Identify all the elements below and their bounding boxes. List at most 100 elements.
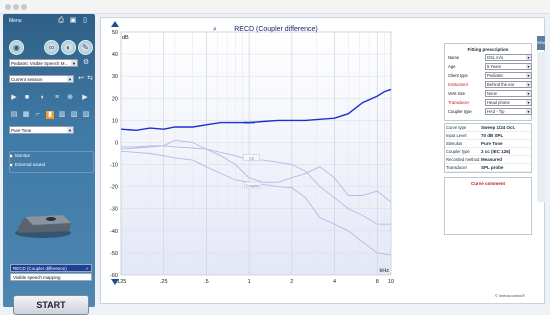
stimulus-select-value: Pure Tone: [11, 128, 32, 133]
close-dot[interactable]: [5, 4, 11, 10]
y-tick-label: -10: [110, 163, 118, 169]
y-tick-label: 10: [112, 118, 118, 124]
info-key: Transducer: [446, 165, 468, 170]
sound-icon[interactable]: ◉: [9, 40, 24, 55]
record-icon[interactable]: ■: [23, 94, 31, 102]
session-arrow-icon[interactable]: ↩: [77, 75, 85, 83]
curve-item-label: RECD (Coupler difference): [13, 266, 67, 271]
chevron-down-icon: ▼: [526, 73, 531, 78]
rem-tab[interactable]: REM: [537, 36, 545, 50]
monitor-label: Monitor: [15, 153, 31, 158]
levels-icon[interactable]: ▧: [70, 111, 78, 119]
check-icon: ✓: [85, 266, 89, 271]
info-key: Coupler type: [446, 149, 470, 154]
protocol-select[interactable]: Pediatric Visible Speech M... ▼: [9, 59, 78, 67]
session-select[interactable]: Current session ▼: [9, 75, 74, 83]
prescription-select[interactable]: 5 Years ▼: [485, 63, 532, 70]
prescription-select[interactable]: HA2 - Tip ▼: [485, 108, 532, 115]
y-tick-label: -20: [110, 185, 118, 191]
y-tick-label: -30: [110, 207, 118, 213]
prescription-select[interactable]: Behind the ear ▼: [485, 81, 532, 88]
x-tick-label: 10: [388, 279, 394, 285]
graph-icon[interactable]: ▤: [10, 111, 18, 119]
print-icon[interactable]: ⎙: [57, 17, 65, 25]
hearing-aid-icon[interactable]: ▯: [81, 17, 89, 25]
info-key: Stimulus: [446, 141, 463, 146]
chevron-down-icon: ▼: [526, 55, 531, 60]
x-tick-label: 1: [248, 279, 251, 285]
table-icon[interactable]: ▦: [22, 111, 30, 119]
chevron-down-icon: ▼: [67, 76, 73, 82]
chevron-down-icon: ▼: [526, 64, 531, 69]
chevron-down-icon: ▼: [526, 109, 531, 114]
menu-label[interactable]: Menu: [9, 18, 22, 24]
sidebar: Menu ⎙ ▣ ▯ ◉ ∞ ◐ ✎ Pediatric Visible Spe…: [3, 14, 95, 315]
main-panel: 50 40 30 20 10 0 -10 -20 -30 -40 -50 -60.125.25.5 1 2…: [100, 17, 545, 304]
y-tick-label: 50: [112, 30, 118, 36]
curve-comment-box[interactable]: Curve comment: [444, 177, 532, 235]
info-row: Stimulus Pure Tone: [445, 140, 531, 148]
highlight-icon[interactable]: ▮: [46, 111, 54, 119]
curve-label: Cp: [249, 155, 255, 160]
checkbox-icon: [9, 153, 13, 158]
zoom-dot[interactable]: [21, 4, 27, 10]
recd-chart[interactable]: 50403020100-10-20-30-40-50-60.125.25.5 1 2…: [101, 18, 436, 305]
info-key: Curve type: [446, 125, 467, 130]
curve-label: RECD: [243, 120, 254, 125]
fitting-prescription-title: Fitting prescription: [467, 47, 509, 52]
prescription-select[interactable]: None ▼: [485, 90, 532, 97]
prescription-row: Transducer Head phone ▼: [447, 99, 532, 108]
plot-area: [120, 31, 392, 276]
right-panel: Fitting prescription Name DSL m/o ▼ Age 5 Ye…: [444, 43, 532, 235]
forward-icon[interactable]: ▶: [81, 94, 89, 102]
curve-item-recd[interactable]: RECD (Coupler difference) ✓: [10, 264, 92, 272]
x-tick-label: 4: [333, 279, 336, 285]
prescription-select[interactable]: Head phone ▼: [485, 99, 532, 106]
chart-bars-icon[interactable]: ▨: [82, 111, 90, 119]
info-row: Curve type Sweep 1/24 Oct.: [445, 124, 531, 132]
prescription-label: Age: [448, 64, 456, 69]
scroll-up-icon[interactable]: [111, 21, 119, 27]
wand-icon[interactable]: ✎: [78, 40, 93, 55]
target-icon[interactable]: ⊕: [66, 94, 74, 102]
info-value: 2 cc (IEC 126): [481, 149, 511, 154]
list-icon[interactable]: ≡: [53, 94, 61, 102]
prescription-row: Name DSL m/o ▼: [447, 54, 532, 63]
prescription-label: Name: [448, 55, 460, 60]
monitor-checkbox[interactable]: Monitor: [9, 153, 30, 158]
stimulus-select[interactable]: Pure Tone ▼: [9, 126, 74, 134]
x-tick-label: 8: [376, 279, 379, 285]
session-compare-icon[interactable]: ⇆: [86, 75, 94, 83]
y-tick-label: -40: [110, 229, 118, 235]
start-button[interactable]: START: [13, 295, 89, 315]
info-row: Transducer SPL probe: [445, 164, 531, 172]
minimize-dot[interactable]: [13, 4, 19, 10]
side-strip: [537, 52, 545, 202]
prescription-select[interactable]: Pediatric ▼: [485, 72, 532, 79]
bars-icon[interactable]: ▥: [58, 111, 66, 119]
prescription-select[interactable]: DSL m/o ▼: [485, 54, 532, 61]
checkbox-icon: [9, 162, 13, 167]
protocol-select-value: Pediatric Visible Speech M...: [11, 61, 69, 66]
loop-icon[interactable]: ∞: [44, 40, 59, 55]
ear-icon: ⌕: [213, 25, 217, 33]
prescription-row: Vent size None ▼: [447, 90, 532, 99]
info-value: Sweep 1/24 Oct.: [481, 125, 516, 130]
curve-item-visible-speech[interactable]: Visible speech mapping: [10, 273, 92, 281]
speaker-icon[interactable]: ◖: [38, 94, 46, 102]
external-sound-label: External sound: [15, 162, 46, 167]
y-axis-label: dB: [122, 35, 129, 41]
chart-title: RECD (Coupler difference): [234, 26, 318, 33]
y-tick-label: 40: [112, 52, 118, 58]
ear-icon[interactable]: ◐: [61, 40, 76, 55]
play-icon[interactable]: ▶: [10, 94, 18, 102]
y-tick-label: 0: [115, 140, 118, 146]
prescription-label: Vent size: [448, 91, 465, 96]
info-row: Coupler type 2 cc (IEC 126): [445, 148, 531, 156]
protocol-settings-icon[interactable]: ⚙: [82, 59, 90, 67]
x-tick-label: .5: [204, 279, 209, 285]
external-sound-checkbox[interactable]: External sound: [9, 162, 45, 167]
curve-list: RECD (Coupler difference) ✓ Visible spee…: [10, 264, 92, 282]
save-icon[interactable]: ▣: [69, 17, 77, 25]
curve-view-icon[interactable]: ⌐: [34, 111, 42, 119]
